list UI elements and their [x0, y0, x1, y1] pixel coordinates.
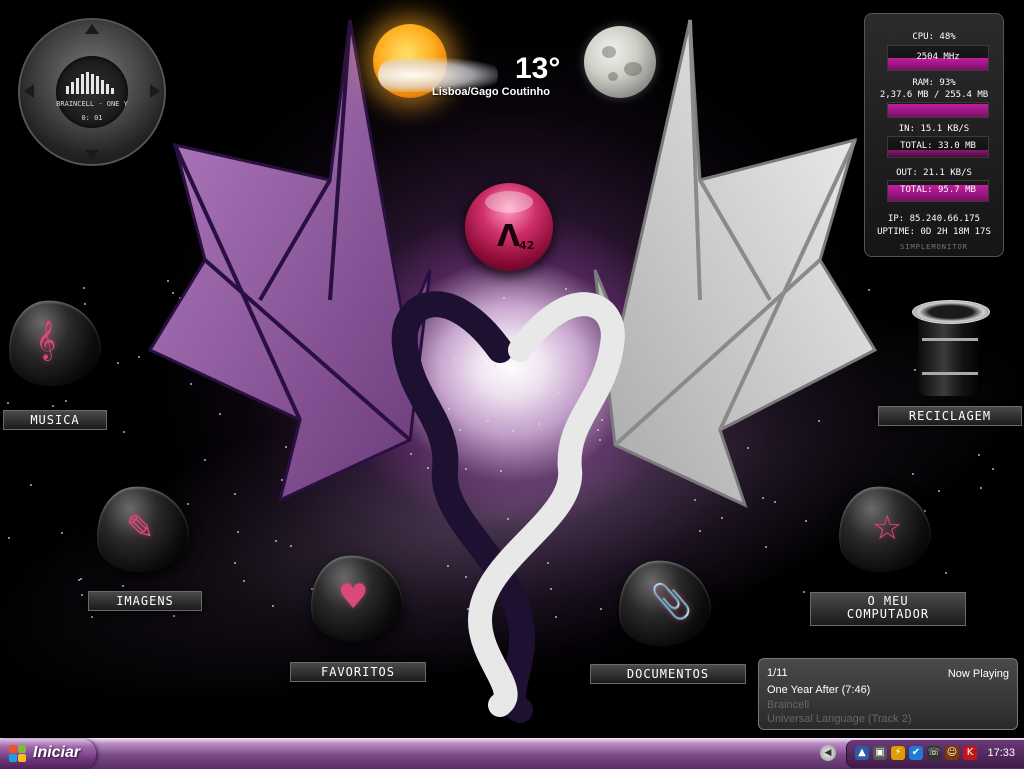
weather-temperature: 13° — [515, 52, 561, 85]
ram-label: RAM: 93% — [912, 78, 956, 88]
orb-highlight — [485, 191, 533, 213]
desktop-icon-label: FAVORITOS — [290, 662, 426, 682]
desktop-icon-label: DOCUMENTOS — [590, 664, 746, 684]
star-icon: ☆ — [872, 508, 903, 548]
moon-crater — [602, 46, 616, 58]
bin-band — [922, 338, 978, 341]
player-time: 0: 01 — [81, 114, 103, 122]
launcher-orb[interactable]: Λ 42 — [465, 183, 553, 271]
arch-logo-icon: Λ — [497, 219, 521, 254]
desktop-icon-o-meu-computador[interactable]: ☆ O MEU COMPUTADOR — [808, 480, 968, 626]
bin-body — [918, 312, 982, 396]
moon-crater — [608, 72, 618, 81]
antivirus-icon[interactable]: K — [963, 746, 977, 760]
orb-number: 42 — [519, 239, 535, 252]
desktop-icon-imagens[interactable]: ✎ IMAGENS — [88, 480, 208, 611]
monitor-icon[interactable]: ▣ — [873, 746, 887, 760]
player-track: BRAINCELL - ONE Y — [56, 100, 128, 108]
desktop: BRAINCELL - ONE Y 0: 01 13° Lisboa/Gago … — [0, 0, 1024, 738]
phone-icon[interactable]: ☏ — [927, 746, 941, 760]
cpu-label: CPU: 48% — [912, 32, 956, 42]
network-icon[interactable]: ▲ — [855, 746, 869, 760]
song-album: Universal Language (Track 2) — [767, 713, 912, 725]
ram-graph-fill — [888, 103, 988, 117]
messenger-icon[interactable]: ✔ — [909, 746, 923, 760]
ip-address: IP: 85.240.66.175 — [887, 214, 981, 224]
spectrum-visualizer-icon — [66, 72, 114, 94]
net-in-total: TOTAL: 33.0 MB — [900, 141, 976, 151]
bin-rim — [912, 300, 990, 324]
song-artist: Braincell — [767, 699, 810, 711]
net-in-graph: TOTAL: 33.0 MB — [887, 136, 989, 158]
monitor-brand: SIMPLEMONITOR — [900, 243, 968, 251]
treble-clef-icon: 𝄞 — [36, 320, 57, 360]
desktop-icon-reciclagem[interactable]: RECICLAGEM — [876, 296, 1024, 428]
moon-phase-icon — [584, 26, 656, 98]
desktop-icon-label: MUSICA — [3, 410, 107, 430]
player-stud — [24, 84, 34, 98]
heart-icon: ♥ — [338, 577, 369, 617]
ram-graph — [887, 102, 989, 118]
player-stud — [150, 84, 160, 98]
net-out-total: TOTAL: 95.7 MB — [900, 185, 976, 195]
song-title: One Year After (7:46) — [767, 684, 871, 696]
music-player-widget[interactable]: BRAINCELL - ONE Y 0: 01 — [20, 20, 164, 164]
weather-location[interactable]: Lisboa/Gago Coutinho — [432, 86, 550, 98]
player-stud — [85, 24, 99, 34]
net-in-graph-fill — [888, 150, 988, 157]
net-out-label: OUT: 21.1 KB/S — [896, 168, 972, 178]
power-icon[interactable]: ⚡ — [891, 746, 905, 760]
start-button[interactable]: Iniciar — [0, 739, 96, 769]
paintbrush-icon: ✎ — [126, 508, 155, 548]
desktop-icon-favoritos[interactable]: ♥ FAVORITOS — [290, 549, 430, 683]
bin-band — [922, 372, 978, 375]
playlist-counter: 1/11 — [767, 667, 788, 679]
tray-expand-icon[interactable]: ◀ — [820, 745, 836, 761]
start-label: Iniciar — [33, 744, 81, 761]
player-stud — [85, 150, 99, 160]
windows-logo-icon — [9, 745, 27, 763]
net-in-label: IN: 15.1 KB/S — [898, 124, 970, 134]
net-out-graph: TOTAL: 95.7 MB — [887, 180, 989, 202]
paperclip-icon: 📎 — [650, 582, 693, 622]
desktop-icon-documentos[interactable]: 📎 DOCUMENTOS — [590, 554, 750, 684]
moon-crater — [624, 62, 642, 76]
taskbar: Iniciar ◀ ▲ ▣ ⚡ ✔ ☏ ☺ K 17:33 — [0, 738, 1024, 769]
ram-detail: 2,37.6 MB / 255.4 MB — [879, 90, 989, 100]
uptime: UPTIME: 0D 2H 18M 17S — [877, 227, 991, 237]
system-tray: ▲ ▣ ⚡ ✔ ☏ ☺ K 17:33 — [846, 740, 1024, 768]
now-playing-widget[interactable]: 1/11 Now Playing One Year After (7:46) B… — [758, 658, 1018, 730]
desktop-icon-label: O MEU COMPUTADOR — [810, 592, 966, 626]
desktop-icon-label: IMAGENS — [88, 591, 202, 611]
clock[interactable]: 17:33 — [987, 747, 1015, 759]
now-playing-header: Now Playing — [947, 668, 1009, 680]
desktop-icon-label: RECICLAGEM — [878, 406, 1022, 426]
desktop-icon-musica[interactable]: 𝄞 MUSICA — [0, 294, 110, 430]
buddy-icon[interactable]: ☺ — [945, 746, 959, 760]
desktop-icon-label-line: O MEU — [867, 594, 909, 608]
cpu-graph: 2504 MHz — [887, 45, 989, 71]
desktop-icon-label-line: COMPUTADOR — [846, 607, 930, 621]
cpu-frequency: 2504 MHz — [916, 52, 960, 62]
recycle-bin-icon — [912, 300, 990, 396]
system-monitor-widget: CPU: 48% 2504 MHz RAM: 93% 2,37.6 MB / 2… — [864, 13, 1004, 257]
